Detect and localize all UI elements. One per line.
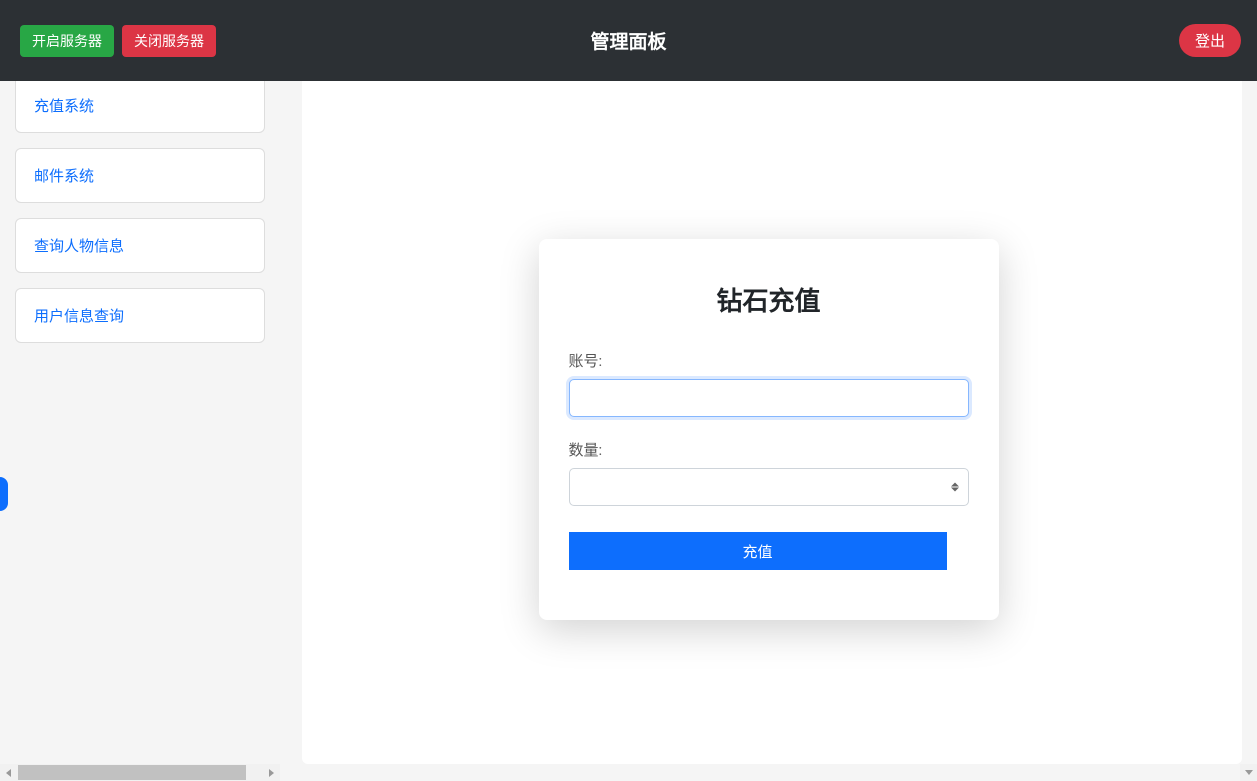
account-label: 账号: — [569, 350, 969, 371]
quantity-select[interactable] — [569, 468, 969, 506]
horizontal-scrollbar[interactable] — [0, 764, 280, 781]
chevron-left-icon — [6, 769, 11, 777]
recharge-modal: 钻石充值 账号: 数量: 充值 — [539, 239, 999, 620]
header-right-actions: 登出 — [1179, 24, 1249, 57]
header-bar: 开启服务器 关闭服务器 管理面板 登出 — [0, 0, 1257, 81]
sidebar-item-recharge[interactable]: 充值系统 — [15, 81, 265, 133]
sidebar-item-mail[interactable]: 邮件系统 — [15, 148, 265, 203]
stop-server-button[interactable]: 关闭服务器 — [122, 25, 216, 57]
page-title: 管理面板 — [590, 27, 666, 54]
quantity-label: 数量: — [569, 439, 969, 460]
quantity-field-group: 数量: — [569, 439, 969, 506]
body-container: 充值系统 邮件系统 查询人物信息 用户信息查询 钻石充值 账号: 数量: — [0, 81, 1257, 764]
header-left-actions: 开启服务器 关闭服务器 — [8, 25, 216, 57]
scroll-right-button[interactable] — [263, 764, 280, 781]
recharge-submit-button[interactable]: 充值 — [569, 532, 947, 570]
sidebar-item-user-query[interactable]: 用户信息查询 — [15, 288, 265, 343]
content-area: 钻石充值 账号: 数量: 充值 — [280, 81, 1257, 764]
scroll-thumb[interactable] — [18, 765, 246, 780]
chevron-right-icon — [269, 769, 274, 777]
sidebar-collapse-handle[interactable] — [0, 477, 8, 511]
account-field-group: 账号: — [569, 350, 969, 417]
sidebar: 充值系统 邮件系统 查询人物信息 用户信息查询 — [0, 81, 280, 764]
sidebar-item-character-query[interactable]: 查询人物信息 — [15, 218, 265, 273]
start-server-button[interactable]: 开启服务器 — [20, 25, 114, 57]
scroll-left-button[interactable] — [0, 764, 17, 781]
chevron-down-icon — [1245, 770, 1253, 775]
modal-title: 钻石充值 — [569, 281, 969, 318]
account-input[interactable] — [569, 379, 969, 417]
logout-button[interactable]: 登出 — [1179, 24, 1241, 57]
scroll-down-button[interactable] — [1240, 764, 1257, 781]
